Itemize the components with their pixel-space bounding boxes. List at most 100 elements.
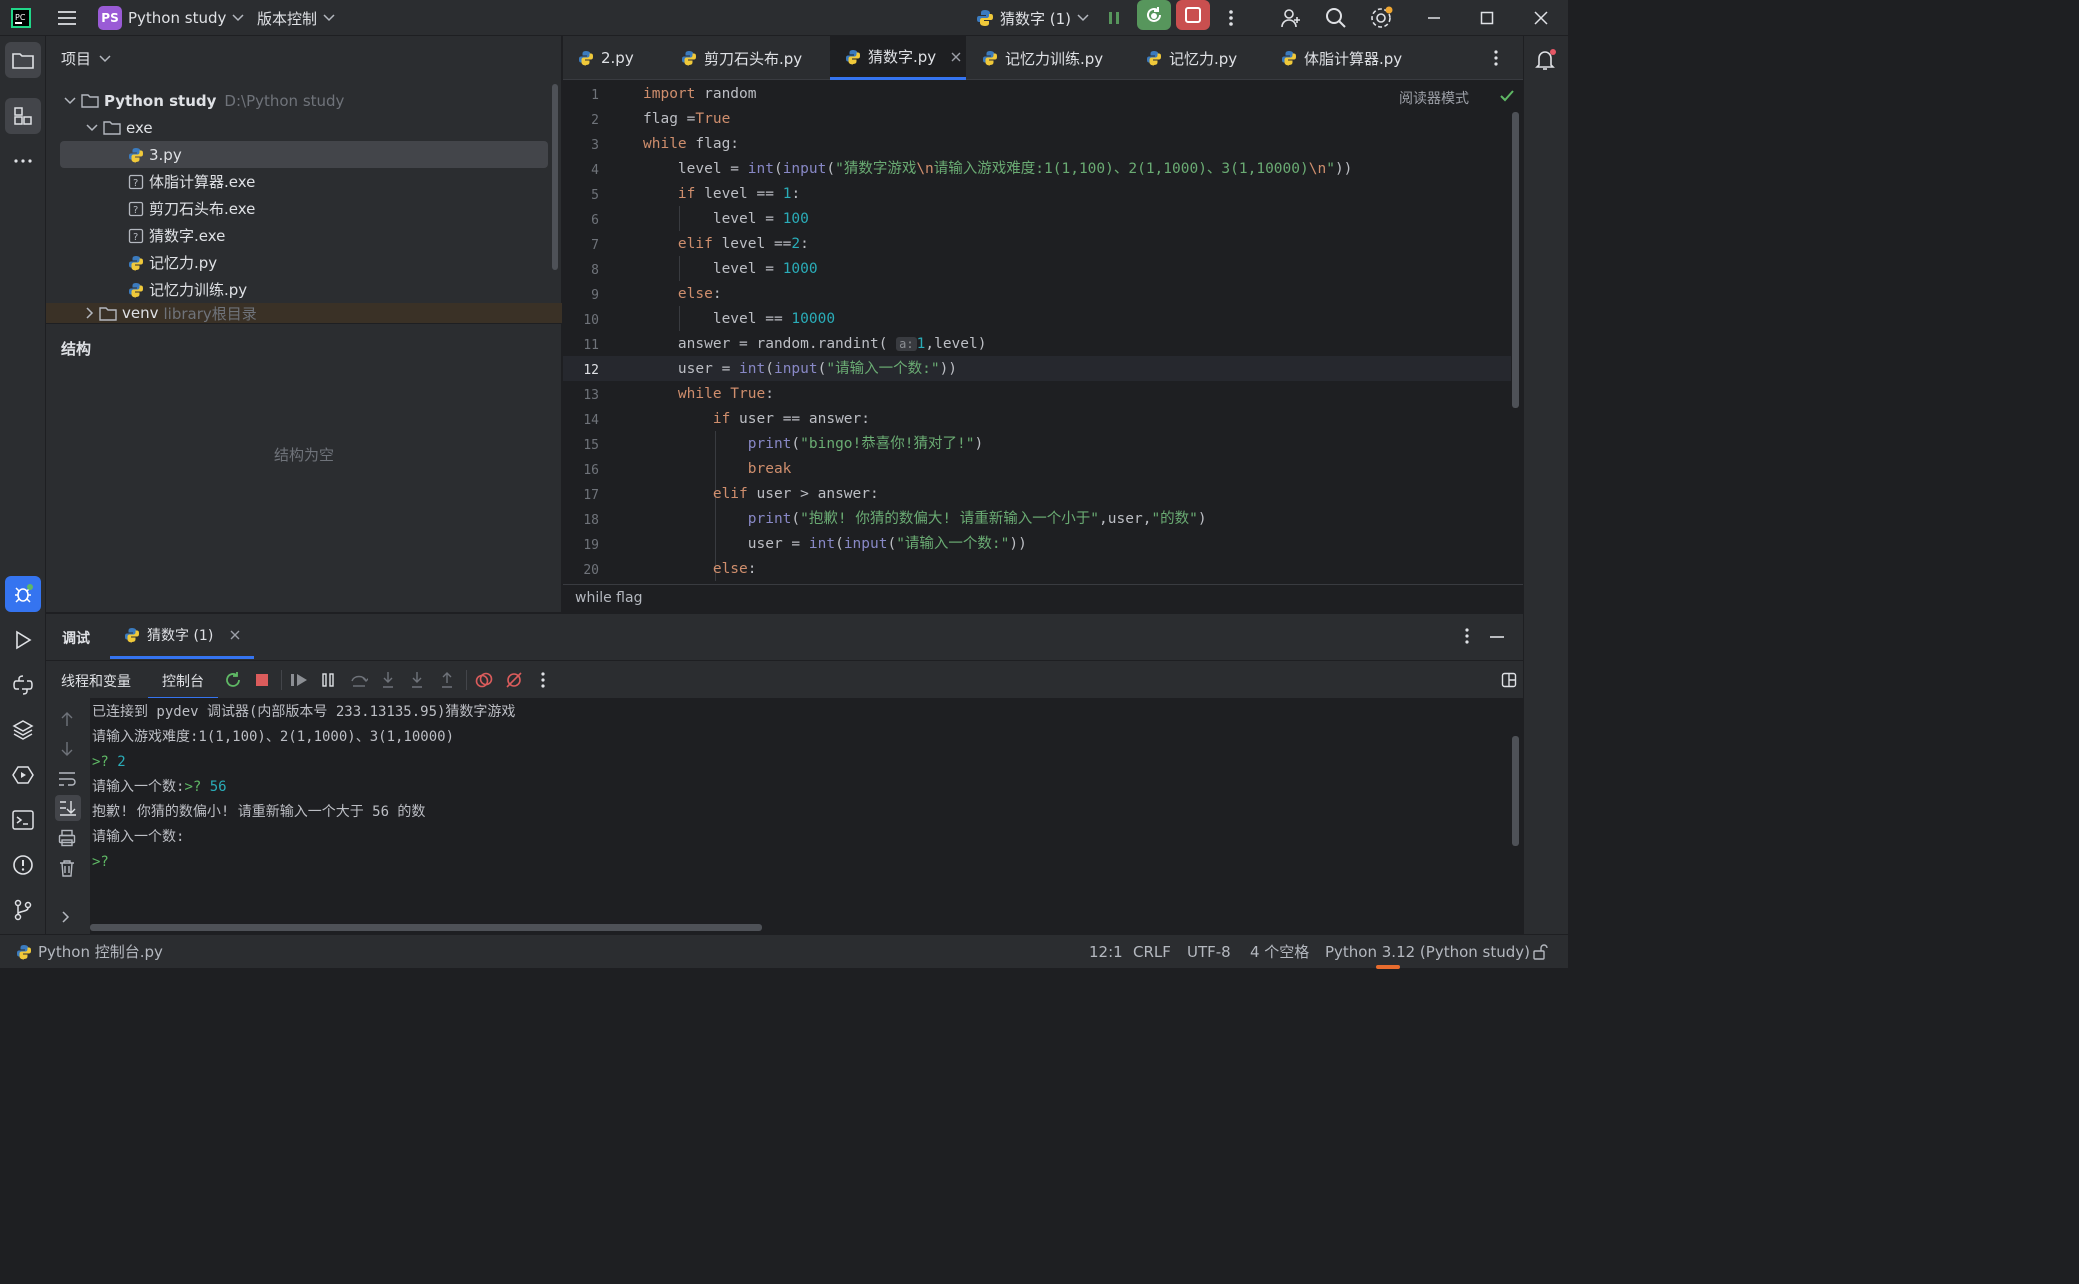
project-panel-title: 项目	[61, 50, 92, 68]
tree-root-python-study[interactable]: Python study D:\Python study	[46, 87, 562, 114]
tree-file-item[interactable]: 3.py	[60, 141, 548, 168]
clear-all-icon[interactable]	[59, 859, 75, 877]
print-icon[interactable]	[58, 829, 76, 847]
services-tool-icon[interactable]	[5, 757, 41, 793]
editor-tab[interactable]: 体脂计算器.py	[1266, 36, 1432, 80]
code-editor: 2.py 剪刀石头布.py 猜数字.py 记忆力训练.py 记忆力.py 体脂计算器.py…	[563, 36, 1523, 612]
tree-folder-exe[interactable]: exe	[46, 114, 562, 141]
editor-scrollbar[interactable]	[1512, 112, 1519, 408]
tree-file-name: 记忆力训练.py	[149, 281, 248, 299]
add-user-icon[interactable]	[1274, 0, 1308, 36]
mute-breakpoints-icon[interactable]	[505, 671, 523, 689]
vcs-widget[interactable]: 版本控制	[257, 0, 335, 36]
tree-file-item[interactable]: 记忆力.py	[46, 249, 562, 276]
console-tab[interactable]: 控制台	[148, 661, 218, 699]
tree-file-item[interactable]: ? 猜数字.exe	[46, 222, 562, 249]
resume-icon[interactable]	[290, 672, 308, 688]
main-menu-icon[interactable]	[50, 0, 84, 36]
console-line: >? 2	[92, 750, 126, 775]
status-file[interactable]: Python 控制台.py	[16, 935, 163, 968]
editor-tab[interactable]: 记忆力训练.py	[967, 36, 1127, 80]
view-breakpoints-icon[interactable]	[475, 671, 493, 689]
read-only-toggle-icon[interactable]	[1532, 935, 1548, 968]
git-tool-icon[interactable]	[5, 892, 41, 928]
step-over-icon[interactable]	[350, 672, 368, 688]
python-file-icon	[128, 147, 144, 163]
status-file-name: Python 控制台.py	[38, 943, 163, 961]
project-scrollbar[interactable]	[552, 84, 558, 270]
editor-tab[interactable]: 2.py	[563, 36, 663, 80]
code-area[interactable]: 1 2 3 4 5 6 7 8 9 10 11 12 13 14 15 16 17 18 19 20 import r…	[563, 82, 1523, 584]
resume-program-icon[interactable]	[1098, 0, 1132, 36]
indent-setting[interactable]: 4 个空格	[1250, 935, 1309, 968]
console-horizontal-scrollbar[interactable]	[90, 924, 762, 931]
folder-icon	[99, 306, 117, 321]
settings-gear-icon[interactable]	[1364, 0, 1398, 36]
stop-button[interactable]	[1176, 0, 1210, 30]
editor-tab[interactable]: 剪刀石头布.py	[666, 36, 826, 80]
python-packages-tool-icon[interactable]	[5, 712, 41, 748]
structure-tool-icon[interactable]	[5, 98, 41, 134]
problems-tool-icon[interactable]	[5, 847, 41, 883]
left-tool-strip	[0, 36, 46, 934]
tree-folder-venv[interactable]: venv library根目录	[46, 303, 562, 323]
tab-more-icon[interactable]	[1493, 49, 1499, 67]
console-line: >?	[92, 850, 109, 875]
debug-tool-icon[interactable]	[5, 576, 41, 612]
python-file-icon	[128, 255, 144, 271]
chevron-right-icon[interactable]	[62, 911, 70, 923]
python-interpreter[interactable]: Python 3.12 (Python study)	[1325, 935, 1530, 968]
project-panel-header[interactable]: 项目	[61, 48, 111, 69]
caret-position[interactable]: 12:1	[1089, 935, 1123, 968]
tree-file-item[interactable]: ? 剪刀石头布.exe	[46, 195, 562, 222]
minimize-window-icon[interactable]	[1417, 0, 1451, 36]
terminal-tool-icon[interactable]	[5, 802, 41, 838]
debug-session-tab[interactable]: 猜数字 (1)	[110, 614, 255, 659]
console-text: 请输入一个数:	[92, 779, 185, 795]
more-actions-icon[interactable]	[1214, 0, 1248, 36]
step-into-icon[interactable]	[380, 671, 396, 689]
debug-toolbar-more-icon[interactable]	[540, 671, 546, 689]
hide-panel-icon[interactable]	[1489, 635, 1505, 639]
file-encoding[interactable]: UTF-8	[1187, 935, 1231, 968]
pause-icon[interactable]	[321, 672, 335, 688]
scroll-up-icon[interactable]	[60, 711, 74, 727]
debug-more-icon[interactable]	[1464, 627, 1470, 645]
stop-icon[interactable]	[254, 672, 270, 688]
more-tools-icon[interactable]	[5, 143, 41, 179]
line-separator[interactable]: CRLF	[1133, 935, 1171, 968]
editor-tab[interactable]: 猜数字.py	[830, 36, 966, 80]
step-out-icon[interactable]	[439, 671, 455, 689]
run-tool-icon[interactable]	[5, 622, 41, 658]
rerun-debug-button[interactable]	[1137, 0, 1171, 30]
project-widget[interactable]: PS Python study	[98, 0, 244, 36]
console-output[interactable]: 已连接到 pydev 调试器(内部版本号 233.13135.95)猜数字游戏请…	[90, 698, 1523, 935]
breadcrumb[interactable]: while flag	[575, 590, 642, 606]
soft-wrap-icon[interactable]	[58, 771, 76, 787]
project-name: Python study	[128, 9, 227, 27]
threads-variables-tab[interactable]: 线程和变量	[61, 671, 131, 691]
scroll-down-icon[interactable]	[60, 741, 74, 757]
python-file-icon	[982, 50, 998, 66]
project-tool-icon[interactable]	[5, 42, 41, 78]
scroll-to-end-icon[interactable]	[55, 795, 81, 821]
close-tab-icon[interactable]	[951, 52, 961, 62]
rerun-icon[interactable]	[224, 671, 242, 689]
notifications-bell-icon[interactable]	[1534, 48, 1558, 72]
unknown-file-icon: ?	[128, 174, 144, 190]
editor-tab[interactable]: 记忆力.py	[1131, 36, 1263, 80]
layout-settings-icon[interactable]	[1501, 672, 1517, 688]
python-console-tool-icon[interactable]	[5, 667, 41, 703]
maximize-window-icon[interactable]	[1470, 0, 1504, 36]
project-panel: 项目 Python study D:\Python study exe 3.py…	[46, 36, 562, 612]
close-window-icon[interactable]	[1524, 0, 1558, 36]
tree-file-item[interactable]: 记忆力训练.py	[46, 276, 562, 303]
step-into-my-code-icon[interactable]	[409, 671, 425, 689]
structure-panel-title: 结构	[61, 340, 92, 358]
console-line: 请输入游戏难度:1(1,100)、2(1,1000)、3(1,10000)	[92, 725, 454, 750]
tree-file-item[interactable]: ? 体脂计算器.exe	[46, 168, 562, 195]
close-tab-icon[interactable]	[230, 630, 240, 640]
search-icon[interactable]	[1319, 0, 1353, 36]
run-config-selector[interactable]: 猜数字 (1)	[976, 0, 1089, 36]
console-vertical-scrollbar[interactable]	[1512, 736, 1519, 846]
